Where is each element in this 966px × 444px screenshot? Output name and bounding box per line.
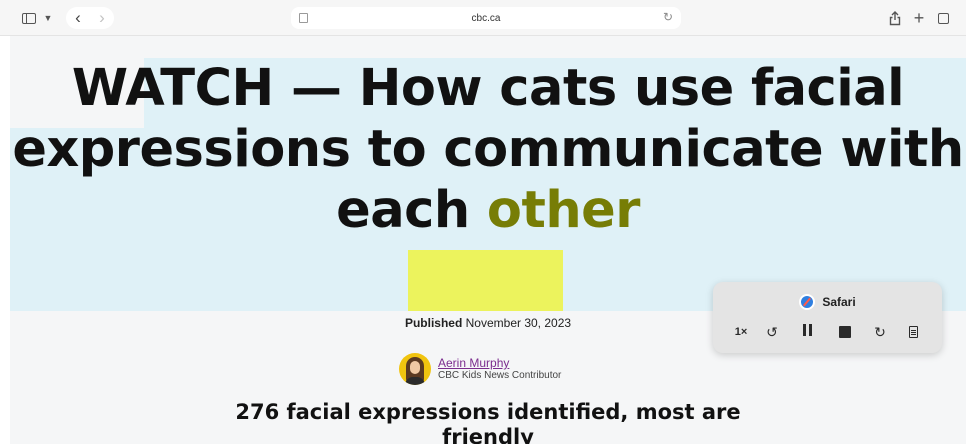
chevron-down-icon: ▼ [43, 13, 53, 23]
forward-button[interactable]: › [90, 8, 114, 28]
share-button[interactable] [886, 7, 904, 29]
sidebar-toggle-button[interactable]: ▼ [14, 7, 60, 29]
subheadline-line: friendly [442, 425, 534, 444]
reader-icon[interactable] [299, 13, 308, 23]
plus-icon: + [913, 7, 925, 28]
browser-toolbar: ▼ ‹ › cbc.ca ↻ + [0, 0, 966, 36]
tab-overview-icon [937, 9, 952, 24]
stop-icon [839, 326, 851, 338]
speech-controls: 1× ↺ ↻ [713, 322, 942, 342]
published-date-value: November 30, 2023 [465, 316, 572, 330]
pause-icon [801, 323, 813, 341]
speech-controller: Safari 1× ↺ ↻ [713, 282, 942, 353]
url-text: cbc.ca [471, 12, 501, 24]
share-icon [889, 10, 901, 25]
article-headline: WATCH — How cats use facial expressions … [10, 58, 966, 241]
author-byline: Aerin Murphy CBC Kids News Contributor [399, 351, 561, 387]
skip-forward-button[interactable]: ↻ [871, 322, 889, 342]
headline-highlighted-word: other [486, 181, 640, 240]
web-page: WATCH — How cats use facial expressions … [10, 36, 966, 444]
subheadline-line: 276 facial expressions identified, most … [235, 400, 741, 424]
word-highlight [408, 250, 563, 311]
pause-button[interactable] [799, 322, 815, 342]
skip-back-icon: ↺ [766, 323, 778, 340]
article-subheadline: 276 facial expressions identified, most … [10, 400, 966, 444]
address-bar[interactable]: cbc.ca ↻ [291, 7, 681, 29]
tab-overview-button[interactable] [934, 7, 952, 29]
avatar [399, 353, 431, 385]
author-link[interactable]: Aerin Murphy [438, 356, 561, 370]
new-tab-button[interactable]: + [910, 7, 928, 29]
playback-rate-button[interactable]: 1× [731, 322, 751, 342]
reload-icon[interactable]: ↻ [663, 10, 673, 24]
stop-button[interactable] [837, 322, 853, 342]
skip-back-button[interactable]: ↺ [763, 322, 781, 342]
sidebar-icon [21, 12, 36, 24]
safari-icon [799, 294, 816, 310]
published-label: Published [404, 316, 463, 330]
author-role: CBC Kids News Contributor [438, 370, 562, 381]
document-icon [908, 326, 918, 338]
navigation-buttons: ‹ › [66, 7, 114, 29]
document-button[interactable] [906, 322, 920, 342]
speech-controller-title: Safari [713, 294, 942, 310]
skip-forward-icon: ↻ [874, 323, 886, 340]
app-name: Safari [822, 295, 856, 309]
back-button[interactable]: ‹ [66, 8, 90, 28]
